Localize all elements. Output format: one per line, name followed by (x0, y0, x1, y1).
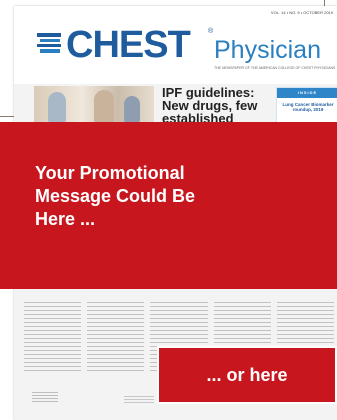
promo-secondary-message: ... or here (206, 365, 288, 385)
sidebar-title: INSIDE (277, 88, 337, 98)
promo-banner-secondary: ... or here (157, 346, 337, 404)
masthead-tagline: THE NEWSPAPER OF THE AMERICAN COLLEGE OF… (214, 66, 336, 70)
footer-text (124, 396, 154, 404)
trademark-symbol: ® (208, 28, 214, 35)
text-column (87, 302, 145, 372)
issue-line: VOL. 14 • NO. 9 • OCTOBER 2019 (270, 10, 333, 15)
promo-banner-main: Your Promotional Message Could Be Here .… (0, 122, 337, 289)
logo-wordmark: CHEST (66, 24, 191, 66)
chest-logo-icon (37, 33, 61, 53)
masthead-subtitle: Physician (214, 36, 321, 64)
text-column (24, 302, 82, 372)
masthead: VOL. 14 • NO. 9 • OCTOBER 2019 CHEST ® P… (14, 6, 337, 84)
cover-photo (34, 86, 154, 124)
promo-main-message: Your Promotional Message Could Be Here .… (35, 163, 196, 229)
sidebar-text: Lung Cancer Biomarker roundup, 2019 (282, 102, 334, 112)
footer-barcode (32, 392, 58, 404)
